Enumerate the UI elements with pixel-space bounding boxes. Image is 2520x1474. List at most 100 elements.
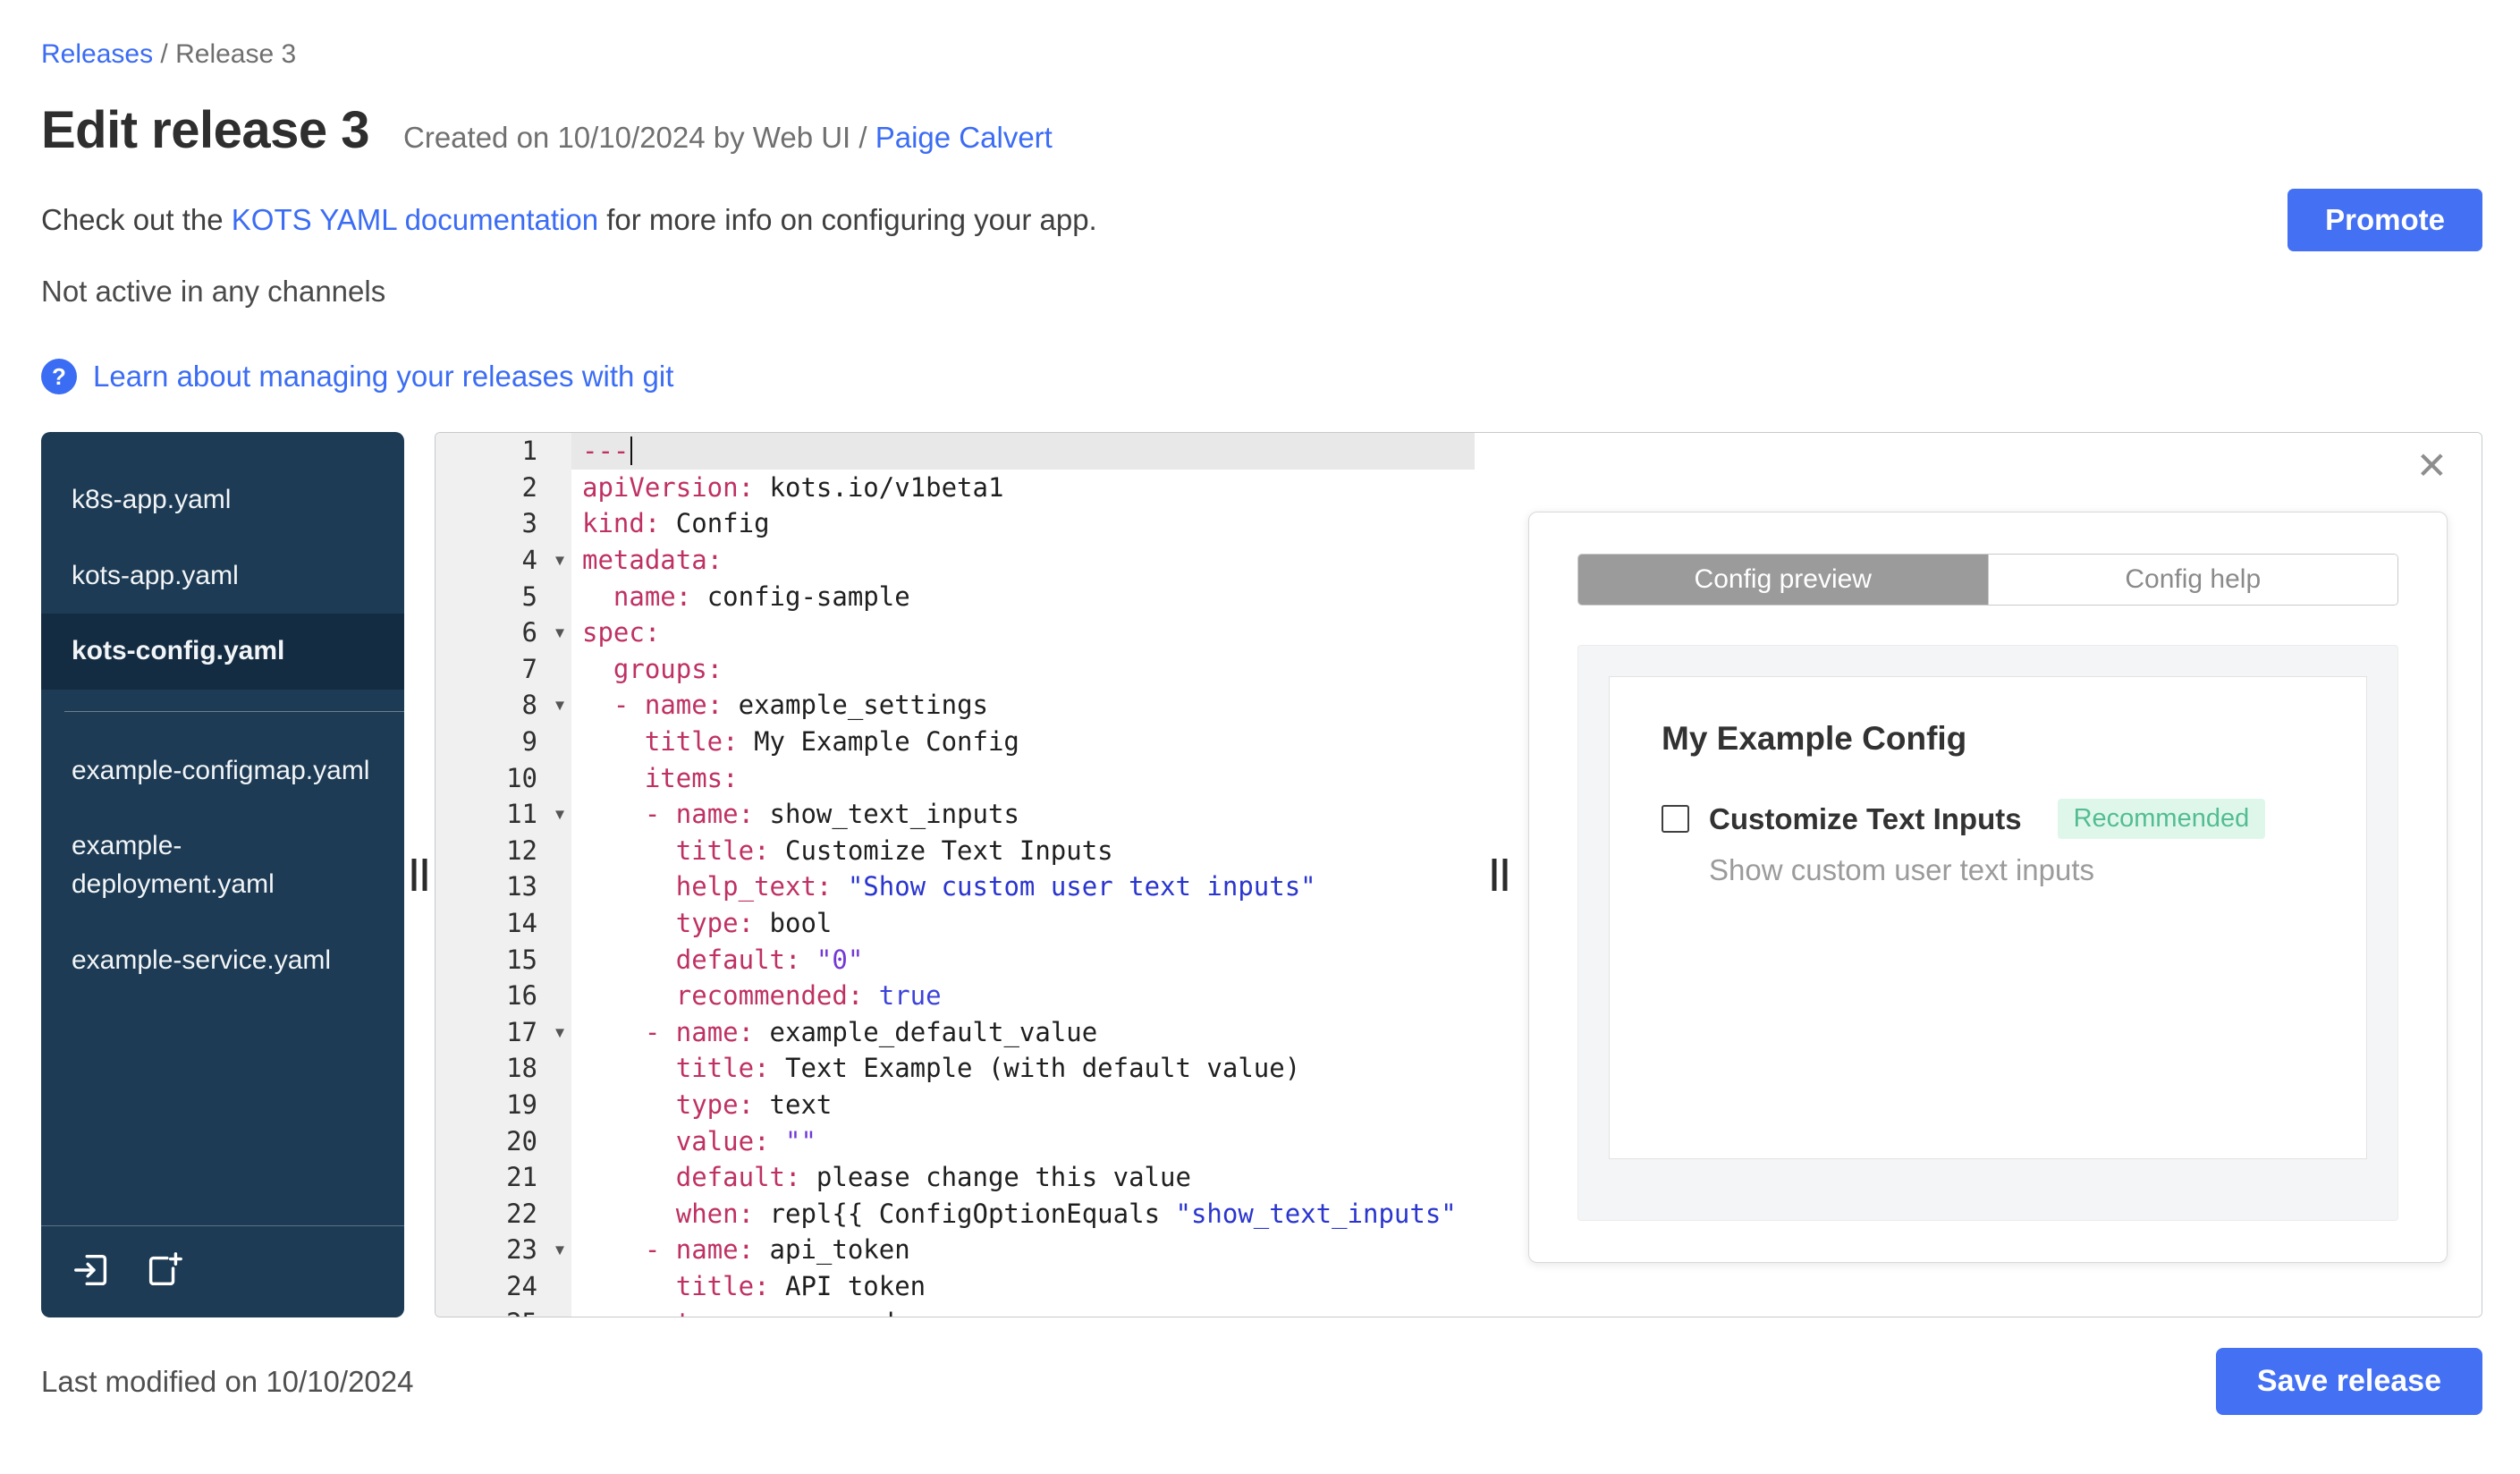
new-file-icon[interactable]: [143, 1250, 184, 1291]
code-line[interactable]: 14 type: bool: [436, 904, 1475, 942]
code-text: title: Text Example (with default value): [675, 1053, 1301, 1084]
tab-config-preview[interactable]: Config preview: [1578, 555, 1988, 605]
code-line[interactable]: 7 groups:: [436, 650, 1475, 688]
code-line[interactable]: 1 ---: [436, 433, 1475, 470]
code-line[interactable]: 13 help_text: "Show custom user text inp…: [436, 868, 1475, 905]
code-text: default: please change this value: [675, 1162, 1191, 1193]
line-number: 3: [436, 505, 571, 542]
line-number: 19: [436, 1086, 571, 1123]
info-row: Check out the KOTS YAML documentation fo…: [41, 189, 2482, 251]
kots-docs-link[interactable]: KOTS YAML documentation: [232, 203, 598, 236]
preview-resize-handle[interactable]: [1492, 859, 1508, 891]
code-line[interactable]: 17 ▾ - name: example_default_value: [436, 1013, 1475, 1051]
sidebar-file-kots-app.yaml[interactable]: kots-app.yaml: [41, 538, 404, 614]
sidebar-file-example-deployment.yaml[interactable]: example-deployment.yaml: [41, 809, 404, 922]
code-line[interactable]: 11 ▾ - name: show_text_inputs: [436, 795, 1475, 833]
preview-tabbar: Config preview Config help: [1577, 554, 2398, 606]
line-number: 15: [436, 941, 571, 978]
help-row: ? Learn about managing your releases wit…: [41, 359, 2482, 394]
line-number: 5: [436, 578, 571, 614]
created-on-text: Created on 10/10/2024 by Web UI /: [403, 121, 875, 154]
breadcrumb-releases-link[interactable]: Releases: [41, 39, 153, 69]
fold-toggle-icon[interactable]: ▾: [555, 1021, 564, 1043]
sidebar-file-k8s-app.yaml[interactable]: k8s-app.yaml: [41, 462, 404, 538]
file-sidebar: k8s-app.yaml kots-app.yaml kots-config.yam…: [41, 432, 404, 1317]
code-text: kind: Config: [582, 508, 770, 539]
breadcrumb: Releases / Release 3: [41, 39, 2482, 70]
code-line[interactable]: 2 apiVersion: kots.io/v1beta1: [436, 469, 1475, 506]
code-line[interactable]: 3 kind: Config: [436, 505, 1475, 542]
line-number: 1: [436, 433, 571, 470]
code-line[interactable]: 16 recommended: true: [436, 977, 1475, 1014]
fold-toggle-icon[interactable]: ▾: [555, 549, 564, 572]
sidebar-file-example-configmap.yaml[interactable]: example-configmap.yaml: [41, 733, 404, 809]
line-number: 14: [436, 904, 571, 942]
code-text: metadata:: [582, 545, 723, 576]
channel-status: Not active in any channels: [41, 275, 386, 308]
git-releases-help-link[interactable]: Learn about managing your releases with …: [93, 360, 673, 394]
code-line[interactable]: 25 type: password: [436, 1304, 1475, 1317]
code-line[interactable]: 8 ▾ - name: example_settings: [436, 687, 1475, 724]
handle-bar: [1492, 859, 1497, 891]
import-file-icon[interactable]: [72, 1250, 113, 1291]
docs-info-pre: Check out the: [41, 203, 232, 236]
config-preview-card: Config preview Config help My Example Co…: [1528, 512, 2448, 1263]
code-line[interactable]: 10 items:: [436, 759, 1475, 796]
fold-toggle-icon[interactable]: ▾: [555, 694, 564, 716]
code-line[interactable]: 9 title: My Example Config: [436, 723, 1475, 760]
code-line[interactable]: 19 type: text: [436, 1086, 1475, 1123]
code-line[interactable]: 23 ▾ - name: api_token: [436, 1232, 1475, 1268]
line-number: 10: [436, 759, 571, 796]
code-line[interactable]: 18 title: Text Example (with default val…: [436, 1050, 1475, 1087]
promote-button[interactable]: Promote: [2287, 189, 2482, 251]
sidebar-resize-handle[interactable]: [411, 859, 427, 891]
code-line[interactable]: 6 ▾ spec:: [436, 614, 1475, 651]
code-text: title: Customize Text Inputs: [675, 834, 1113, 866]
fold-toggle-icon[interactable]: ▾: [555, 622, 564, 644]
code-line[interactable]: 15 default: "0": [436, 941, 1475, 978]
page-title: Edit release 3: [41, 101, 370, 159]
code-line[interactable]: 12 title: Customize Text Inputs: [436, 832, 1475, 869]
code-text: type: password: [571, 1304, 1475, 1317]
line-number: 24: [436, 1267, 571, 1305]
code-text: ---: [571, 433, 1475, 470]
handle-bar: [1502, 859, 1508, 891]
yaml-editor[interactable]: 1 --- 2 apiVersion: kots.io/v1beta1 3 kind: C…: [436, 433, 1475, 1317]
editor-card: 1 --- 2 apiVersion: kots.io/v1beta1 3 kind: C…: [435, 432, 2482, 1317]
sidebar-file-kots-config.yaml[interactable]: kots-config.yaml: [41, 614, 404, 690]
code-text: type: text: [675, 1089, 833, 1120]
fold-toggle-icon[interactable]: ▾: [555, 1239, 564, 1261]
editor-preview-gap: [1475, 433, 1525, 1317]
text-cursor: [630, 436, 633, 466]
breadcrumb-current: Release 3: [175, 39, 297, 69]
file-list: k8s-app.yaml kots-app.yaml kots-config.yam…: [41, 462, 404, 998]
line-number: 16: [436, 977, 571, 1014]
code-text: groups:: [613, 653, 723, 684]
line-number: 25: [436, 1304, 571, 1317]
code-line[interactable]: 24 title: API token: [436, 1267, 1475, 1305]
customize-text-inputs-checkbox[interactable]: [1662, 805, 1689, 833]
code-line[interactable]: 5 name: config-sample: [436, 578, 1475, 614]
tab-config-help[interactable]: Config help: [1987, 555, 2397, 605]
sidebar-file-example-service.yaml[interactable]: example-service.yaml: [41, 923, 404, 999]
code-line[interactable]: 21 default: please change this value: [436, 1158, 1475, 1196]
code-text: title: My Example Config: [644, 726, 1019, 758]
code-line[interactable]: 22 when: repl{{ ConfigOptionEquals "show…: [436, 1195, 1475, 1233]
code-text: when: repl{{ ConfigOptionEquals "show_te…: [675, 1198, 1457, 1229]
handle-bar: [422, 859, 427, 891]
code-line[interactable]: 4 ▾ metadata:: [436, 541, 1475, 579]
code-line[interactable]: 20 value: "": [436, 1122, 1475, 1159]
sidebar-actions: [41, 1225, 404, 1317]
page: Releases / Release 3 Edit release 3 Crea…: [0, 0, 2520, 1415]
recommended-badge: Recommended: [2057, 799, 2266, 839]
code-text: value: "": [675, 1125, 816, 1156]
code-text: recommended: true: [675, 980, 942, 1012]
author-link[interactable]: Paige Calvert: [875, 121, 1053, 154]
footer: Last modified on 10/10/2024 Save release: [41, 1348, 2482, 1415]
question-mark-icon: ?: [41, 359, 77, 394]
fold-toggle-icon[interactable]: ▾: [555, 803, 564, 826]
line-number: 9: [436, 723, 571, 760]
close-icon[interactable]: ✕: [2416, 447, 2448, 485]
config-preview-panel: ✕ Config preview Config help My Example …: [1525, 433, 2482, 1317]
save-release-button[interactable]: Save release: [2215, 1348, 2482, 1415]
